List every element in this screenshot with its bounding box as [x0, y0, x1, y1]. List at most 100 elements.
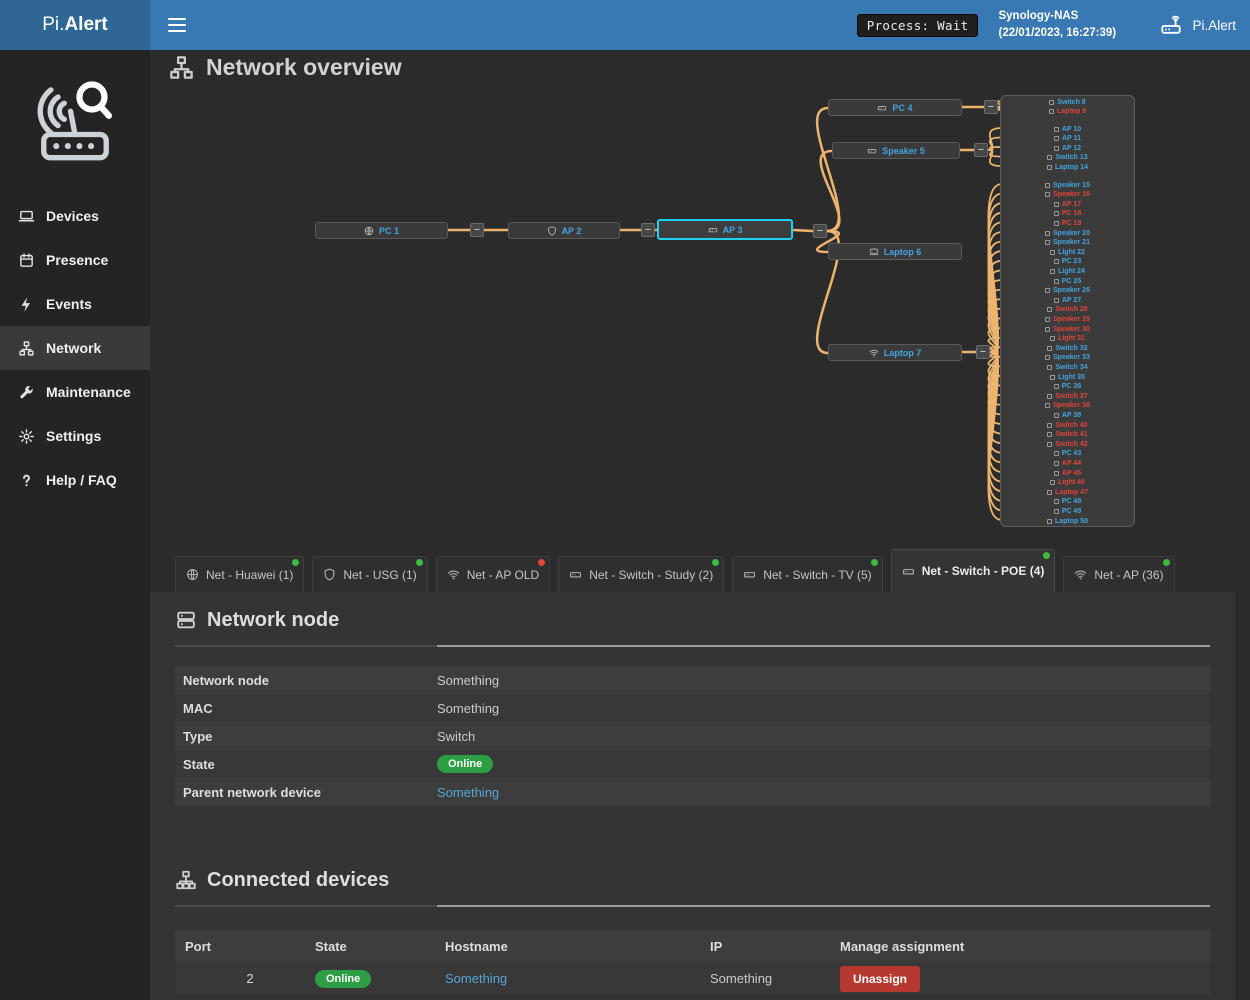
hostname-link[interactable]: Something [445, 971, 507, 986]
cluster-device-switch-13[interactable]: Switch 13 [1005, 153, 1130, 162]
diagram-node-ap-3[interactable]: AP 3 [657, 219, 793, 240]
cluster-device-laptop-50[interactable]: Laptop 50 [1005, 517, 1130, 526]
sidebar-item-devices[interactable]: Devices [0, 194, 150, 238]
cluster-device-speaker-30[interactable]: Speaker 30 [1005, 325, 1130, 334]
cluster-collapse-button[interactable]: − [641, 223, 655, 237]
brand-prefix: Pi. [42, 14, 64, 36]
cluster-device-speaker-38[interactable]: Speaker 38 [1005, 401, 1130, 410]
device-icon [1054, 202, 1059, 207]
diagram-node-pc-4[interactable]: PC 4 [828, 99, 962, 116]
device-label: Switch 40 [1055, 421, 1087, 430]
cluster-device-pc-23[interactable]: PC 23 [1005, 257, 1130, 266]
sidebar-item-network[interactable]: Network [0, 326, 150, 370]
diagram-node-pc-1[interactable]: PC 1 [315, 222, 448, 239]
cluster-device-speaker-29[interactable]: Speaker 29 [1005, 315, 1130, 324]
tab-net-ap-36[interactable]: Net - AP (36) [1063, 556, 1174, 592]
shield-icon [547, 226, 557, 236]
row-value: Something [437, 785, 499, 800]
cluster-device-laptop-47[interactable]: Laptop 47 [1005, 488, 1130, 497]
device-icon [1047, 423, 1052, 428]
cluster-device-light-31[interactable]: Light 31 [1005, 334, 1130, 343]
cluster-device-ap-12[interactable]: AP 12 [1005, 144, 1130, 153]
device-label: PC 43 [1062, 449, 1081, 458]
cluster-device-pc-36[interactable]: PC 36 [1005, 382, 1130, 391]
switch-icon [743, 568, 756, 581]
cluster-device-speaker-33[interactable]: Speaker 33 [1005, 353, 1130, 362]
cluster-device-switch-32[interactable]: Switch 32 [1005, 344, 1130, 353]
cluster-device-ap-44[interactable]: AP 44 [1005, 459, 1130, 468]
cluster-device-speaker-16[interactable]: Speaker 16 [1005, 190, 1130, 199]
parent-device-link[interactable]: Something [437, 785, 499, 800]
cluster-collapse-button[interactable]: − [984, 100, 998, 114]
cluster-device-laptop-9[interactable]: Laptop 9 [1005, 107, 1130, 116]
sidebar-item-presence[interactable]: Presence [0, 238, 150, 282]
cluster-device-speaker-20[interactable]: Speaker 20 [1005, 229, 1130, 238]
tab-net-usg-1[interactable]: Net - USG (1) [312, 556, 427, 592]
cluster-device-pc-43[interactable]: PC 43 [1005, 449, 1130, 458]
detail-panel: Network node Network nodeSomethingMACSom… [150, 592, 1235, 1000]
cluster-device-speaker-21[interactable]: Speaker 21 [1005, 238, 1130, 247]
device-icon [1045, 327, 1050, 332]
cluster-device-light-35[interactable]: Light 35 [1005, 373, 1130, 382]
cluster-device-light-24[interactable]: Light 24 [1005, 267, 1130, 276]
cluster-collapse-button[interactable]: − [813, 224, 827, 238]
cluster-device-light-46[interactable]: Light 46 [1005, 478, 1130, 487]
column-header-manage-assignment: Manage assignment [840, 939, 964, 954]
cluster-device-pc-25[interactable]: PC 25 [1005, 277, 1130, 286]
tab-net-switch-study-2[interactable]: Net - Switch - Study (2) [558, 556, 724, 592]
cluster-device-pc-48[interactable]: PC 48 [1005, 497, 1130, 506]
diagram-node-laptop-6[interactable]: Laptop 6 [828, 243, 962, 260]
device-label: Light 24 [1058, 267, 1085, 276]
cluster-device-ap-17[interactable]: AP 17 [1005, 200, 1130, 209]
brand-logo[interactable]: Pi.Alert [0, 0, 150, 50]
cluster-device-switch-42[interactable]: Switch 42 [1005, 440, 1130, 449]
network-node-table: Network nodeSomethingMACSomethingTypeSwi… [175, 666, 1210, 806]
cluster-device-ap-11[interactable]: AP 11 [1005, 134, 1130, 143]
section-divider [175, 645, 1210, 647]
device-icon [1054, 413, 1059, 418]
cluster-device-switch-8[interactable]: Switch 8 [1005, 98, 1130, 107]
row-value-text: Something [437, 701, 499, 716]
device-icon [1049, 100, 1054, 105]
cluster-device-ap-10[interactable]: AP 10 [1005, 125, 1130, 134]
sidebar-item-settings[interactable]: Settings [0, 414, 150, 458]
tab-net-switch-tv-5[interactable]: Net - Switch - TV (5) [732, 556, 882, 592]
cluster-device-light-22[interactable]: Light 22 [1005, 248, 1130, 257]
cluster-device-ap-27[interactable]: AP 27 [1005, 296, 1130, 305]
cluster-device-speaker-26[interactable]: Speaker 26 [1005, 286, 1130, 295]
cluster-device-ap-45[interactable]: AP 45 [1005, 469, 1130, 478]
sidebar-item-events[interactable]: Events [0, 282, 150, 326]
device-icon [1045, 288, 1050, 293]
row-value-text: Switch [437, 729, 475, 744]
device-icon [1047, 519, 1052, 524]
cluster-device-switch-41[interactable]: Switch 41 [1005, 430, 1130, 439]
cluster-device-switch-28[interactable]: Switch 28 [1005, 305, 1130, 314]
sidebar-toggle-button[interactable] [166, 10, 188, 40]
tab-net-switch-poe-4[interactable]: Net - Switch - POE (4) [891, 549, 1056, 592]
sidebar-item-help-faq[interactable]: Help / FAQ [0, 458, 150, 502]
device-icon [1047, 307, 1052, 312]
bolt-icon [18, 296, 35, 313]
cluster-device-pc-19[interactable]: PC 19 [1005, 219, 1130, 228]
cluster-device-pc-49[interactable]: PC 49 [1005, 507, 1130, 516]
cluster-device-pc-18[interactable]: PC 18 [1005, 209, 1130, 218]
cluster-collapse-button[interactable]: − [470, 223, 484, 237]
cluster-device-switch-37[interactable]: Switch 37 [1005, 392, 1130, 401]
cluster-device-speaker-15[interactable]: Speaker 15 [1005, 181, 1130, 190]
server-icon [175, 609, 197, 631]
diagram-node-ap-2[interactable]: AP 2 [508, 222, 620, 239]
cluster-device-ap-39[interactable]: AP 39 [1005, 411, 1130, 420]
diagram-node-laptop-7[interactable]: Laptop 7 [828, 344, 962, 361]
cluster-collapse-button[interactable]: − [976, 345, 990, 359]
tab-net-huawei-1[interactable]: Net - Huawei (1) [175, 556, 304, 592]
sidebar-item-maintenance[interactable]: Maintenance [0, 370, 150, 414]
device-cluster-box[interactable]: Switch 8Laptop 9 AP 10AP 11AP 12Switch 13… [1000, 95, 1135, 527]
cluster-device-switch-40[interactable]: Switch 40 [1005, 421, 1130, 430]
device-icon [1045, 183, 1050, 188]
cluster-device-switch-34[interactable]: Switch 34 [1005, 363, 1130, 372]
unassign-button[interactable]: Unassign [840, 966, 920, 992]
cluster-collapse-button[interactable]: − [974, 143, 988, 157]
cluster-device-laptop-14[interactable]: Laptop 14 [1005, 163, 1130, 172]
diagram-node-speaker-5[interactable]: Speaker 5 [832, 142, 960, 159]
tab-net-ap-old[interactable]: Net - AP OLD [436, 556, 550, 592]
